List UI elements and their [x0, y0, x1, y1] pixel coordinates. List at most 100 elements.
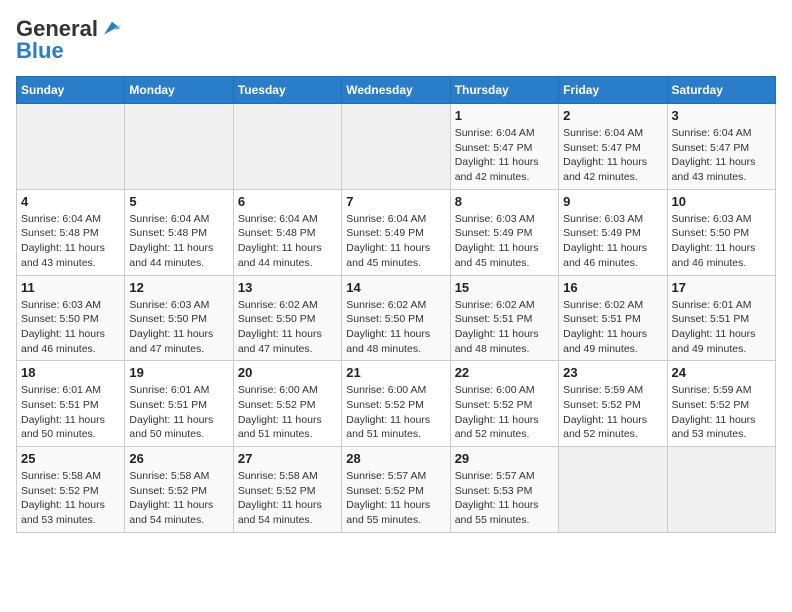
day-number: 29 [455, 451, 554, 466]
day-number: 8 [455, 194, 554, 209]
day-number: 4 [21, 194, 120, 209]
calendar-cell [233, 104, 341, 190]
calendar-cell: 4 Sunrise: 6:04 AMSunset: 5:48 PMDaylight… [17, 189, 125, 275]
calendar-cell [667, 447, 775, 533]
calendar-week-row: 1Sunrise: 6:04 AMSunset: 5:47 PMDaylight… [17, 104, 776, 190]
calendar-cell: 6Sunrise: 6:04 AMSunset: 5:48 PMDaylight… [233, 189, 341, 275]
day-info: Sunrise: 6:02 AMSunset: 5:51 PMDaylight:… [455, 298, 554, 357]
day-info: Sunrise: 6:03 AMSunset: 5:50 PMDaylight:… [21, 298, 120, 357]
day-info: Sunrise: 5:59 AMSunset: 5:52 PMDaylight:… [563, 383, 662, 442]
day-info: Sunrise: 6:00 AMSunset: 5:52 PMDaylight:… [238, 383, 337, 442]
day-info: Sunrise: 5:57 AMSunset: 5:52 PMDaylight:… [346, 469, 445, 528]
day-info: Sunrise: 6:03 AMSunset: 5:49 PMDaylight:… [455, 212, 554, 271]
day-number: 6 [238, 194, 337, 209]
day-number: 15 [455, 280, 554, 295]
day-info: Sunrise: 6:01 AMSunset: 5:51 PMDaylight:… [129, 383, 228, 442]
day-info: Sunrise: 6:04 AMSunset: 5:48 PMDaylight:… [129, 212, 228, 271]
day-number: 27 [238, 451, 337, 466]
day-number: 21 [346, 365, 445, 380]
day-number: 14 [346, 280, 445, 295]
calendar-cell: 14 Sunrise: 6:02 AMSunset: 5:50 PMDayligh… [342, 275, 450, 361]
calendar-cell: 7 Sunrise: 6:04 AMSunset: 5:49 PMDaylight… [342, 189, 450, 275]
calendar-cell: 20 Sunrise: 6:00 AMSunset: 5:52 PMDayligh… [233, 361, 341, 447]
calendar-cell: 26 Sunrise: 5:58 AMSunset: 5:52 PMDayligh… [125, 447, 233, 533]
day-info: Sunrise: 5:57 AMSunset: 5:53 PMDaylight:… [455, 469, 554, 528]
calendar-cell: 16 Sunrise: 6:02 AMSunset: 5:51 PMDayligh… [559, 275, 667, 361]
day-info: Sunrise: 6:04 AMSunset: 5:47 PMDaylight:… [672, 126, 771, 185]
calendar-cell: 18 Sunrise: 6:01 AMSunset: 5:51 PMDayligh… [17, 361, 125, 447]
day-number: 28 [346, 451, 445, 466]
calendar-header-wednesday: Wednesday [342, 77, 450, 104]
calendar-week-row: 4 Sunrise: 6:04 AMSunset: 5:48 PMDaylight… [17, 189, 776, 275]
day-number: 23 [563, 365, 662, 380]
calendar-cell: 9 Sunrise: 6:03 AMSunset: 5:49 PMDaylight… [559, 189, 667, 275]
calendar-cell: 5Sunrise: 6:04 AMSunset: 5:48 PMDaylight… [125, 189, 233, 275]
day-number: 12 [129, 280, 228, 295]
calendar-cell [17, 104, 125, 190]
calendar-cell: 29 Sunrise: 5:57 AMSunset: 5:53 PMDayligh… [450, 447, 558, 533]
calendar-header-sunday: Sunday [17, 77, 125, 104]
day-number: 17 [672, 280, 771, 295]
day-number: 26 [129, 451, 228, 466]
calendar-cell [559, 447, 667, 533]
day-info: Sunrise: 6:04 AMSunset: 5:47 PMDaylight:… [563, 126, 662, 185]
day-info: Sunrise: 6:03 AMSunset: 5:49 PMDaylight:… [563, 212, 662, 271]
day-number: 13 [238, 280, 337, 295]
day-info: Sunrise: 5:59 AMSunset: 5:52 PMDaylight:… [672, 383, 771, 442]
calendar-cell: 13 Sunrise: 6:02 AMSunset: 5:50 PMDayligh… [233, 275, 341, 361]
day-info: Sunrise: 6:04 AMSunset: 5:48 PMDaylight:… [21, 212, 120, 271]
day-info: Sunrise: 6:03 AMSunset: 5:50 PMDaylight:… [129, 298, 228, 357]
calendar-week-row: 11 Sunrise: 6:03 AMSunset: 5:50 PMDayligh… [17, 275, 776, 361]
calendar-header-monday: Monday [125, 77, 233, 104]
calendar-cell: 27 Sunrise: 5:58 AMSunset: 5:52 PMDayligh… [233, 447, 341, 533]
calendar-header-saturday: Saturday [667, 77, 775, 104]
calendar-cell: 8 Sunrise: 6:03 AMSunset: 5:49 PMDaylight… [450, 189, 558, 275]
day-number: 22 [455, 365, 554, 380]
day-number: 19 [129, 365, 228, 380]
calendar-cell: 23 Sunrise: 5:59 AMSunset: 5:52 PMDayligh… [559, 361, 667, 447]
day-info: Sunrise: 6:01 AMSunset: 5:51 PMDaylight:… [21, 383, 120, 442]
calendar-cell: 21Sunrise: 6:00 AMSunset: 5:52 PMDayligh… [342, 361, 450, 447]
logo-bird-icon [100, 20, 124, 38]
day-number: 16 [563, 280, 662, 295]
calendar-cell: 25Sunrise: 5:58 AMSunset: 5:52 PMDayligh… [17, 447, 125, 533]
day-info: Sunrise: 6:02 AMSunset: 5:51 PMDaylight:… [563, 298, 662, 357]
day-info: Sunrise: 5:58 AMSunset: 5:52 PMDaylight:… [21, 469, 120, 528]
calendar-cell: 3 Sunrise: 6:04 AMSunset: 5:47 PMDaylight… [667, 104, 775, 190]
calendar-cell: 28 Sunrise: 5:57 AMSunset: 5:52 PMDayligh… [342, 447, 450, 533]
calendar-cell: 15 Sunrise: 6:02 AMSunset: 5:51 PMDayligh… [450, 275, 558, 361]
day-info: Sunrise: 5:58 AMSunset: 5:52 PMDaylight:… [129, 469, 228, 528]
day-number: 20 [238, 365, 337, 380]
calendar-week-row: 18 Sunrise: 6:01 AMSunset: 5:51 PMDayligh… [17, 361, 776, 447]
day-number: 10 [672, 194, 771, 209]
day-info: Sunrise: 5:58 AMSunset: 5:52 PMDaylight:… [238, 469, 337, 528]
day-number: 2 [563, 108, 662, 123]
day-info: Sunrise: 6:03 AMSunset: 5:50 PMDaylight:… [672, 212, 771, 271]
calendar-cell: 11 Sunrise: 6:03 AMSunset: 5:50 PMDayligh… [17, 275, 125, 361]
day-info: Sunrise: 6:01 AMSunset: 5:51 PMDaylight:… [672, 298, 771, 357]
day-number: 3 [672, 108, 771, 123]
day-info: Sunrise: 6:02 AMSunset: 5:50 PMDaylight:… [238, 298, 337, 357]
calendar-cell: 1Sunrise: 6:04 AMSunset: 5:47 PMDaylight… [450, 104, 558, 190]
day-number: 9 [563, 194, 662, 209]
calendar-cell: 24 Sunrise: 5:59 AMSunset: 5:52 PMDayligh… [667, 361, 775, 447]
calendar-cell: 12 Sunrise: 6:03 AMSunset: 5:50 PMDayligh… [125, 275, 233, 361]
logo: General Blue [16, 16, 124, 64]
day-number: 18 [21, 365, 120, 380]
calendar-header-row: SundayMondayTuesdayWednesdayThursdayFrid… [17, 77, 776, 104]
calendar-cell: 19 Sunrise: 6:01 AMSunset: 5:51 PMDayligh… [125, 361, 233, 447]
day-number: 24 [672, 365, 771, 380]
day-info: Sunrise: 6:04 AMSunset: 5:47 PMDaylight:… [455, 126, 554, 185]
calendar-cell: 22Sunrise: 6:00 AMSunset: 5:52 PMDayligh… [450, 361, 558, 447]
calendar-cell [342, 104, 450, 190]
day-number: 7 [346, 194, 445, 209]
calendar-cell: 2 Sunrise: 6:04 AMSunset: 5:47 PMDaylight… [559, 104, 667, 190]
calendar-cell [125, 104, 233, 190]
calendar-cell: 10 Sunrise: 6:03 AMSunset: 5:50 PMDayligh… [667, 189, 775, 275]
day-info: Sunrise: 6:04 AMSunset: 5:49 PMDaylight:… [346, 212, 445, 271]
day-info: Sunrise: 6:02 AMSunset: 5:50 PMDaylight:… [346, 298, 445, 357]
logo-blue-text: Blue [16, 38, 64, 64]
calendar-header-friday: Friday [559, 77, 667, 104]
calendar-header-thursday: Thursday [450, 77, 558, 104]
day-number: 11 [21, 280, 120, 295]
